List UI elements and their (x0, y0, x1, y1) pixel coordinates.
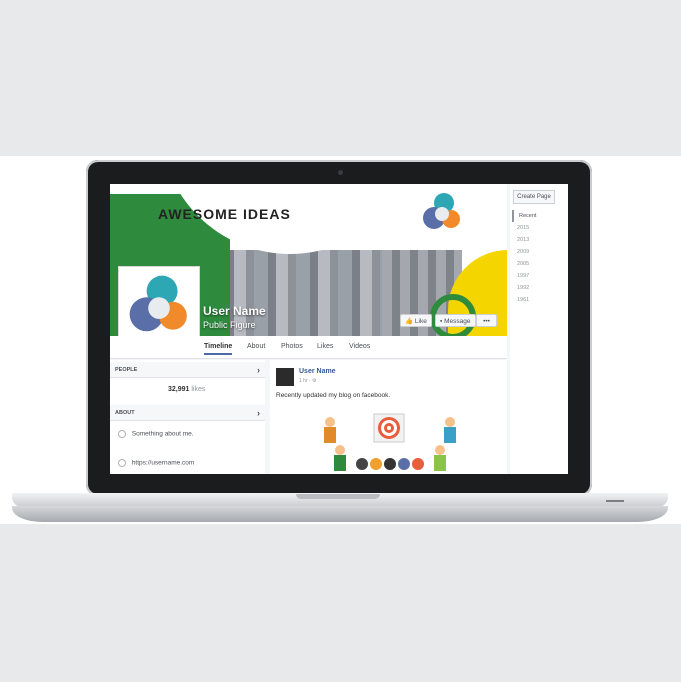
year-item[interactable]: 1997 (512, 270, 536, 282)
cover-photo: AWESOME IDEAS User Name Public Figure 👍 … (110, 184, 507, 336)
tab-photos[interactable]: Photos (281, 343, 303, 350)
cover-title: AWESOME IDEAS (158, 206, 291, 222)
year-item[interactable]: 2013 (512, 234, 536, 246)
message-button[interactable]: ▪ Message (435, 314, 476, 327)
cover-logo-icon (423, 193, 460, 229)
chevron-right-icon: › (257, 365, 260, 375)
about-description-text: Something about me. (131, 430, 194, 438)
laptop-led (606, 500, 624, 502)
about-header[interactable]: ABOUT › (110, 405, 265, 421)
message-icon: ▪ (440, 318, 443, 325)
year-item[interactable]: Recent (512, 210, 536, 222)
year-item[interactable]: 1961 (512, 294, 536, 306)
thumbs-up-icon: 👍 (405, 318, 414, 325)
year-list: Recent 2015 2013 2009 2005 1997 1992 196… (512, 210, 536, 306)
likes-count: 32,991 likes (168, 386, 205, 393)
webcam-icon (338, 170, 343, 175)
about-website[interactable]: https://username.com (118, 459, 194, 467)
likes-label: likes (191, 386, 206, 393)
info-icon (118, 430, 126, 438)
create-page-button[interactable]: Create Page (513, 190, 555, 204)
globe-icon (118, 459, 126, 467)
message-button-label: Message (444, 318, 471, 325)
tab-timeline[interactable]: Timeline (204, 343, 233, 355)
year-item[interactable]: 2009 (512, 246, 536, 258)
laptop-notch (296, 494, 380, 499)
profile-logo-icon (129, 275, 187, 332)
chevron-right-icon: › (257, 408, 260, 418)
year-item[interactable]: 2005 (512, 258, 536, 270)
laptop-base-lip (12, 506, 668, 522)
post-author[interactable]: User Name (299, 368, 336, 375)
laptop-screen: AWESOME IDEAS User Name Public Figure 👍 … (110, 184, 568, 474)
about-description: Something about me. (118, 430, 194, 438)
people-heading: PEOPLE (115, 367, 138, 373)
tab-videos[interactable]: Videos (349, 343, 370, 350)
post-timestamp: 1 hr · ⚙ (299, 378, 317, 384)
profile-tabs: Timeline About Photos Likes Videos (110, 336, 507, 359)
year-item[interactable]: 1992 (512, 282, 536, 294)
about-website-text: https://username.com (131, 459, 195, 467)
avatar[interactable] (276, 368, 294, 386)
likes-number: 32,991 (168, 386, 190, 393)
like-button[interactable]: 👍 Like (400, 314, 432, 327)
tab-likes[interactable]: Likes (317, 343, 333, 350)
tab-about[interactable]: About (247, 343, 265, 350)
about-heading: ABOUT (115, 410, 135, 416)
people-header[interactable]: PEOPLE › (110, 362, 265, 378)
timeline-post: User Name 1 hr · ⚙ Recently updated my b… (270, 360, 507, 474)
profile-category: Public Figure (203, 320, 256, 330)
profile-picture[interactable] (118, 266, 200, 336)
post-illustration (324, 413, 456, 471)
like-button-label: Like (414, 318, 427, 325)
profile-name: User Name (203, 304, 266, 318)
post-text: Recently updated my blog on facebook. (276, 392, 391, 399)
year-item[interactable]: 2015 (512, 222, 536, 234)
more-icon: ••• (483, 318, 490, 325)
left-column: PEOPLE › 32,991 likes ABOUT › Something … (110, 360, 265, 474)
more-button[interactable]: ••• (476, 314, 497, 327)
